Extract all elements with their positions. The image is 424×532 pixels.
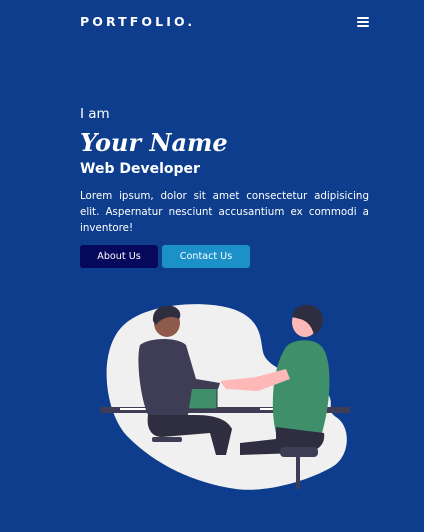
greeting-text: I am bbox=[80, 106, 110, 122]
right-stool-leg bbox=[296, 455, 300, 489]
hero-name: Your Name bbox=[80, 128, 228, 157]
brand-logo[interactable]: PORTFOLIO. bbox=[80, 14, 195, 29]
hero-section: I am Your Name Web Developer Lorem ipsum… bbox=[80, 104, 369, 268]
menu-bar bbox=[357, 17, 369, 19]
menu-bar bbox=[357, 25, 369, 27]
handshake-illustration bbox=[100, 304, 350, 490]
cta-buttons: About Us Contact Us bbox=[80, 245, 369, 268]
hero-role: Web Developer bbox=[80, 161, 200, 177]
contact-us-button[interactable]: Contact Us bbox=[162, 245, 250, 268]
right-person-body bbox=[272, 340, 330, 433]
intro-paragraph: Lorem ipsum, dolor sit amet consectetur … bbox=[80, 190, 369, 234]
menu-bar bbox=[357, 21, 369, 23]
hamburger-menu-icon[interactable] bbox=[356, 15, 370, 29]
navbar: PORTFOLIO. bbox=[80, 12, 370, 34]
about-us-button[interactable]: About Us bbox=[80, 245, 158, 268]
left-stool bbox=[152, 437, 182, 442]
